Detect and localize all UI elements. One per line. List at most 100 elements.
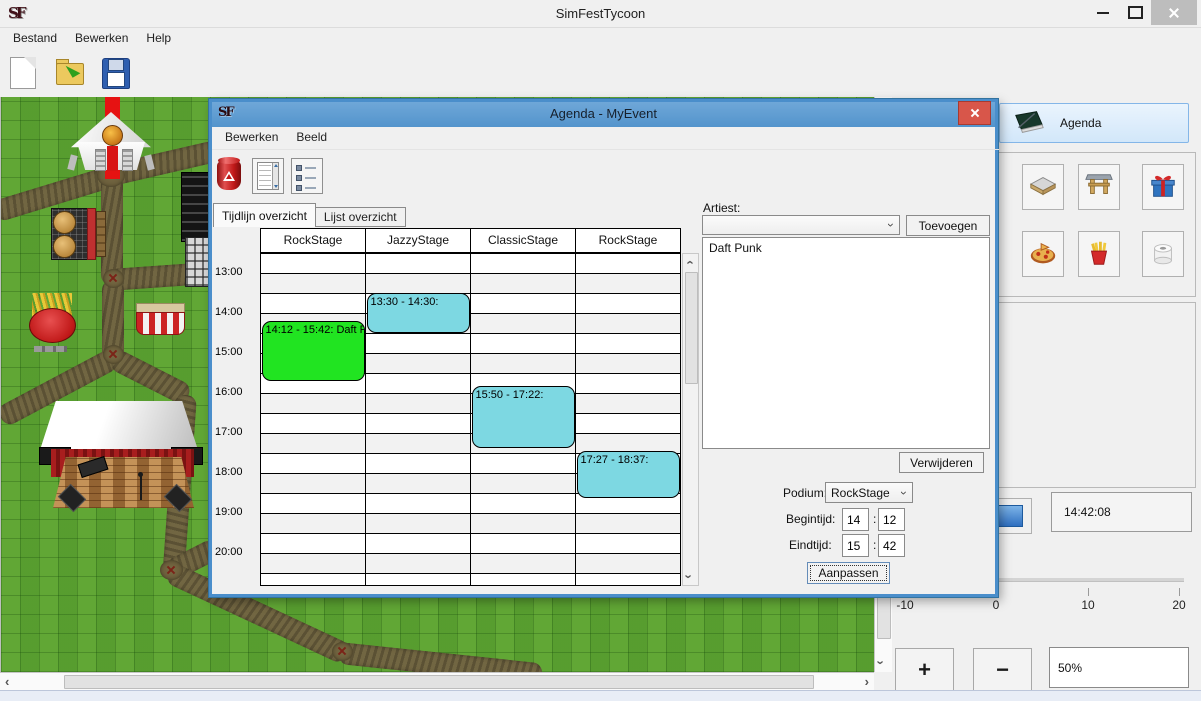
begin-minute-input[interactable] bbox=[878, 508, 905, 531]
junction-x-mark bbox=[108, 349, 118, 359]
list-view-icon[interactable] bbox=[291, 158, 323, 194]
time-control-icon bbox=[997, 505, 1023, 527]
remove-artist-button[interactable]: Verwijderen bbox=[899, 452, 984, 473]
fries-stand-bowl bbox=[29, 308, 76, 343]
schedule-event[interactable]: 17:27 - 18:37: bbox=[577, 451, 680, 498]
window-title: SimFestTycoon bbox=[0, 6, 1201, 21]
dirt-path bbox=[338, 642, 543, 672]
tent-inner-carpet bbox=[107, 146, 118, 171]
scroll-down-icon[interactable]: › bbox=[683, 574, 696, 578]
fries-item[interactable] bbox=[1078, 231, 1120, 277]
main-menubar: BestandBewerkenHelp bbox=[0, 28, 1201, 50]
ticket-booth bbox=[136, 312, 185, 335]
gift-item[interactable] bbox=[1142, 164, 1184, 210]
combo-value: RockStage bbox=[831, 486, 890, 500]
podium-combobox[interactable]: RockStage › bbox=[825, 482, 913, 503]
end-hour-input[interactable] bbox=[842, 534, 869, 557]
toilet-paper-item[interactable] bbox=[1142, 231, 1184, 277]
clock-value: 14:42:08 bbox=[1064, 505, 1111, 519]
agenda-book-icon bbox=[1012, 109, 1046, 138]
schedule-event[interactable]: 13:30 - 14:30: bbox=[367, 293, 470, 333]
time-label: 14:00 bbox=[215, 306, 258, 318]
artist-combobox[interactable]: › bbox=[702, 215, 900, 235]
save-file-icon[interactable] bbox=[100, 55, 134, 91]
dialog-toolbar bbox=[212, 149, 995, 199]
scroll-right-icon[interactable]: › bbox=[865, 675, 869, 688]
pavement-item-icon bbox=[1028, 171, 1058, 204]
time-label: 15:00 bbox=[215, 346, 258, 358]
menu-item-bestand[interactable]: Bestand bbox=[4, 28, 66, 50]
dialog-menubar: BewerkenBeeld bbox=[212, 127, 999, 150]
slider-tick bbox=[1179, 588, 1180, 596]
end-minute-input[interactable] bbox=[878, 534, 905, 557]
menu-item-bewerken[interactable]: Bewerken bbox=[66, 28, 137, 50]
dialog-menu-item-beeld[interactable]: Beeld bbox=[287, 127, 336, 149]
artist-label: Artiest: bbox=[703, 201, 740, 215]
tent-truss bbox=[95, 149, 106, 171]
close-icon[interactable] bbox=[1151, 0, 1197, 25]
mic-stand-head bbox=[138, 472, 143, 477]
scrollbar-corner bbox=[874, 672, 892, 690]
gate-item[interactable] bbox=[1078, 164, 1120, 210]
open-file-icon[interactable] bbox=[54, 55, 88, 91]
zoom-in-button[interactable]: + bbox=[895, 648, 954, 691]
bench bbox=[96, 211, 106, 257]
scroll-down-icon[interactable]: › bbox=[875, 660, 888, 664]
map-horizontal-scrollbar[interactable]: ‹ › bbox=[0, 672, 874, 691]
status-strip bbox=[0, 690, 1201, 701]
scroll-left-icon[interactable]: ‹ bbox=[5, 675, 9, 688]
chevron-down-icon: › bbox=[897, 491, 911, 495]
new-file-icon[interactable] bbox=[8, 55, 42, 91]
pizza-item[interactable] bbox=[1022, 231, 1064, 277]
tent-logo bbox=[102, 125, 123, 146]
tab-lijst-overzicht[interactable]: Lijst overzicht bbox=[315, 207, 406, 227]
agenda-button[interactable]: Agenda bbox=[999, 103, 1189, 143]
maximize-icon[interactable] bbox=[1119, 0, 1151, 25]
app-window: SF SimFestTycoon BestandBewerkenHelp bbox=[0, 0, 1201, 701]
scroll-up-icon[interactable]: › bbox=[683, 260, 696, 264]
dialog-close-icon[interactable] bbox=[958, 101, 991, 125]
tab-tijdlijn-overzicht[interactable]: Tijdlijn overzicht bbox=[213, 203, 316, 227]
zoom-level-display: 50% bbox=[1049, 647, 1189, 688]
schedule-event[interactable]: 15:50 - 17:22: bbox=[472, 386, 575, 447]
gate-item-icon bbox=[1084, 171, 1114, 204]
begin-time-label: Begintijd: bbox=[786, 512, 835, 526]
stage-column-header: RockStage bbox=[261, 229, 366, 252]
minimize-icon[interactable] bbox=[1087, 0, 1119, 25]
dialog-title: Agenda - MyEvent bbox=[212, 106, 995, 121]
dialog-menu-item-bewerken[interactable]: Bewerken bbox=[216, 127, 287, 149]
slider-tick-label: 20 bbox=[1162, 598, 1196, 612]
menu-item-help[interactable]: Help bbox=[137, 28, 180, 50]
speaker-tower-base bbox=[185, 237, 212, 287]
time-label: 17:00 bbox=[215, 426, 258, 438]
zoom-out-button[interactable]: − bbox=[973, 648, 1032, 691]
pavement-item[interactable] bbox=[1022, 164, 1064, 210]
slider-tick-label: 0 bbox=[979, 598, 1013, 612]
time-label: 13:00 bbox=[215, 266, 258, 278]
mic-stand bbox=[140, 475, 142, 500]
time-separator: : bbox=[873, 538, 876, 552]
clock-display: 14:42:08 bbox=[1051, 492, 1192, 532]
schedule-grid[interactable]: 14:12 - 15:42: Daft Punk13:30 - 14:30: 1… bbox=[260, 252, 681, 586]
slider-tick-label: -10 bbox=[888, 598, 922, 612]
junction-x-mark bbox=[337, 646, 347, 656]
grid-scrollbar[interactable]: › › bbox=[682, 253, 699, 586]
time-label: 18:00 bbox=[215, 466, 258, 478]
stage-column-header: JazzyStage bbox=[366, 229, 471, 252]
stage-column-header: ClassicStage bbox=[471, 229, 576, 252]
info-box bbox=[998, 302, 1196, 488]
artist-list-item[interactable]: Daft Punk bbox=[703, 238, 989, 258]
add-artist-button[interactable]: Toevoegen bbox=[906, 215, 990, 236]
apply-button[interactable]: Aanpassen bbox=[807, 562, 890, 584]
artist-listbox[interactable]: Daft Punk bbox=[702, 237, 990, 449]
dialog-titlebar[interactable]: SF Agenda - MyEvent bbox=[212, 102, 995, 127]
chevron-down-icon: › bbox=[884, 223, 898, 227]
toilet-paper-item-icon bbox=[1148, 238, 1178, 271]
pizza-item-icon bbox=[1028, 238, 1058, 271]
delete-event-icon[interactable] bbox=[212, 149, 246, 197]
dialog-tabs: Tijdlijn overzichtLijst overzicht bbox=[213, 203, 406, 227]
begin-hour-input[interactable] bbox=[842, 508, 869, 531]
timeline-view-icon[interactable] bbox=[252, 158, 284, 194]
schedule-event[interactable]: 14:12 - 15:42: Daft Punk bbox=[262, 321, 365, 381]
stage-column-header: RockStage bbox=[576, 229, 680, 252]
